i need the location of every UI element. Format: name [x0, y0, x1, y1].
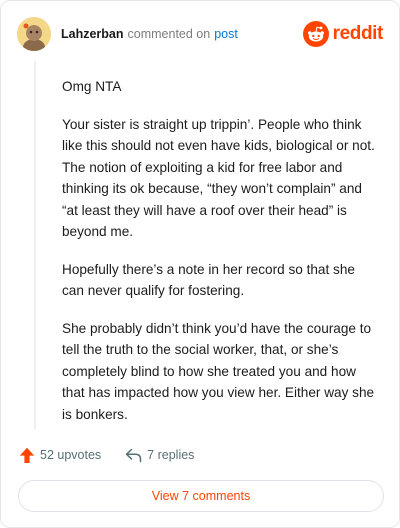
reply-arrow-icon: [125, 448, 142, 462]
comment-body: Omg NTA Your sister is straight up tripp…: [62, 76, 380, 441]
upvote-button[interactable]: 52 upvotes: [19, 447, 101, 464]
username[interactable]: Lahzerban: [61, 26, 124, 42]
replies-count: 7 replies: [147, 448, 195, 462]
upvote-count: 52 upvotes: [40, 448, 102, 462]
upvote-arrow-icon: [19, 447, 35, 463]
reddit-brand: reddit: [302, 21, 384, 47]
comment-paragraph: She probably didn’t think you’d have the…: [62, 320, 375, 422]
view-comments-button[interactable]: View 7 comments: [18, 480, 384, 512]
replies-button[interactable]: 7 replies: [125, 448, 194, 463]
byline: Lahzerban commented on post: [61, 26, 238, 42]
comment-paragraph: Your sister is straight up trippin’. Peo…: [62, 116, 375, 240]
comment-header: Lahzerban commented on post reddit: [17, 17, 383, 51]
comment-actions: 52 upvotes 7 replies: [19, 444, 194, 466]
thread-line: [34, 61, 36, 429]
reddit-wordmark: reddit: [332, 23, 384, 44]
avatar-icon[interactable]: [17, 17, 51, 51]
comment-card: Lahzerban commented on post reddit Omg N…: [0, 0, 400, 528]
post-link[interactable]: post: [214, 26, 238, 42]
comment-paragraph: Hopefully there’s a note in her record s…: [62, 261, 355, 299]
commented-on-text: commented on: [127, 27, 211, 41]
comment-paragraph: Omg NTA: [62, 79, 122, 94]
reddit-logo-icon: [302, 21, 329, 47]
